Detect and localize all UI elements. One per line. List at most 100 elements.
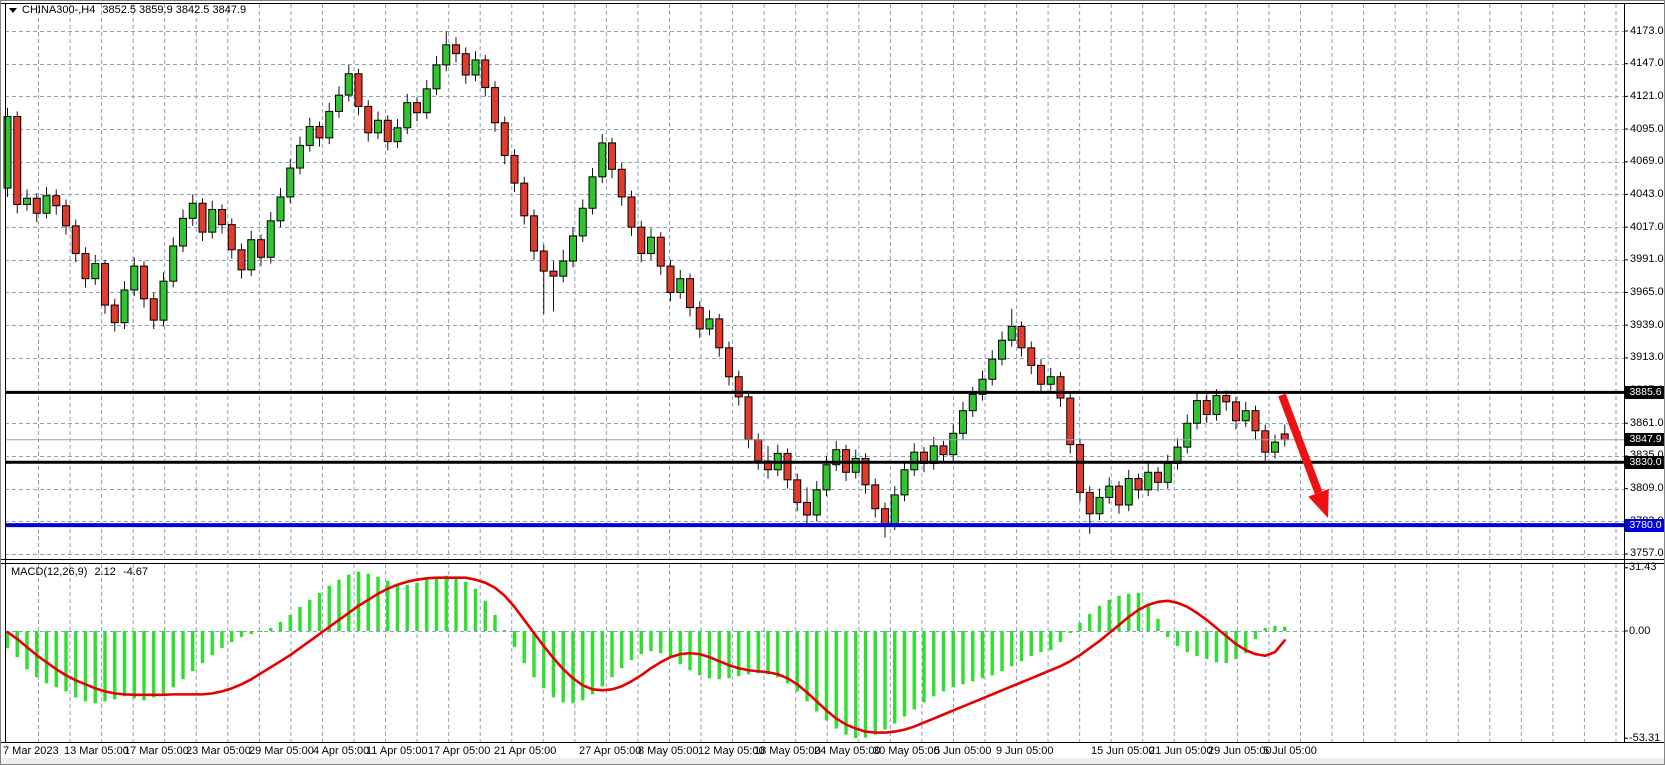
macd-indicator-label: MACD(12,26,9) 2.12 -4.67 (11, 566, 152, 579)
candle-body (939, 445, 948, 456)
price-axis-tick-label: 3757.0 (1630, 547, 1664, 560)
time-axis-label: 11 Apr 05:00 (366, 745, 428, 757)
candle-body (676, 278, 685, 293)
candle-body (276, 196, 285, 222)
candle-body (140, 265, 148, 300)
candle-body (949, 432, 958, 456)
candle-body (286, 167, 295, 198)
candle-body (725, 347, 733, 378)
price-chart-canvas[interactable] (1, 1, 1665, 765)
candle-body (783, 452, 792, 481)
price-axis-tick-label: 4095.0 (1630, 122, 1664, 135)
price-level-badge: 3830.0 (1625, 455, 1664, 469)
candle-body (1154, 471, 1162, 483)
candle-body (1085, 491, 1094, 515)
candle-body (1124, 478, 1133, 506)
candle-body (666, 265, 675, 293)
candle-body (530, 215, 538, 252)
candle-body (481, 59, 490, 89)
candle-body (120, 289, 129, 324)
candle-body (393, 127, 402, 143)
candle-body (1261, 430, 1270, 453)
down-arrow-head[interactable] (1308, 488, 1329, 518)
candle-body (754, 439, 763, 462)
macd-axis-tick-label: 31.43 (1629, 561, 1657, 574)
time-axis-label: 4 Apr 05:00 (313, 745, 370, 757)
macd-name: MACD(12,26,9) (11, 566, 88, 578)
candle-body (179, 217, 187, 247)
candle-body (1271, 441, 1279, 453)
symbol-dropdown-icon[interactable] (9, 8, 17, 13)
candle-body (432, 64, 441, 90)
candle-body (1280, 433, 1289, 441)
candle-body (1232, 401, 1240, 422)
time-axis-label: 17 Mar 05:00 (124, 745, 189, 757)
candle-body (198, 202, 207, 233)
candle-body (900, 469, 909, 496)
candle-body (257, 239, 265, 258)
candle-body (539, 250, 548, 272)
candle-body (988, 358, 997, 380)
candle-body (881, 508, 889, 525)
price-axis-tick-label: 3965.0 (1630, 285, 1664, 298)
candle-body (744, 396, 753, 441)
price-axis-tick-label: 3913.0 (1630, 351, 1664, 364)
candle-body (1222, 395, 1231, 403)
candle-body (325, 110, 334, 139)
symbol-ohlc-values: 3852.5 3859.9 3842.5 3847.9 (102, 4, 247, 16)
time-axis-label: 17 Apr 05:00 (428, 745, 491, 757)
price-level-badge: 3847.9 (1625, 433, 1664, 447)
candle-body (793, 479, 802, 503)
candle-body (218, 209, 226, 226)
candle-body (130, 265, 139, 291)
candle-body (627, 196, 636, 228)
candle-body (1076, 444, 1084, 493)
macd-axis-tick-label: -53.31 (1629, 731, 1661, 744)
candle-body (159, 280, 168, 321)
candle-body (442, 44, 451, 66)
candle-body (705, 318, 714, 330)
candle-body (637, 226, 646, 255)
candle-body (208, 209, 217, 233)
time-axis-label: 18 May 05:00 (754, 745, 821, 757)
candle-body (1115, 485, 1123, 506)
macd-signal-line (6, 576, 1287, 734)
candle-body (110, 304, 119, 324)
candle-body (1193, 400, 1201, 424)
price-axis-tick-label: 3809.0 (1630, 482, 1664, 495)
candle-body (968, 393, 977, 412)
price-axis-tick-label: 3861.0 (1630, 416, 1664, 429)
candle-body (588, 176, 597, 209)
candle-body (500, 122, 509, 156)
down-arrow-shaft[interactable] (1278, 393, 1323, 495)
candle-body (403, 102, 412, 129)
candle-body (296, 144, 304, 169)
candle-body (237, 249, 246, 271)
candle-body (315, 126, 324, 139)
candle-body (1202, 400, 1211, 415)
price-axis-tick-label: 4173.0 (1630, 24, 1664, 37)
grid-layer (5, 4, 1624, 742)
price-level-badge: 3780.0 (1625, 518, 1664, 532)
window-bottom-edge (1, 758, 1664, 764)
candle-body (1251, 410, 1260, 432)
candle-body (52, 195, 61, 207)
candle-body (1241, 410, 1250, 422)
candle-body (227, 224, 236, 251)
candle-body (1134, 478, 1143, 491)
price-axis-tick-label: 3939.0 (1630, 318, 1664, 331)
candle-body (1095, 496, 1104, 515)
candle-body (1037, 364, 1045, 385)
candle-body (305, 126, 314, 146)
candle-body (149, 298, 158, 321)
candle-body (452, 44, 460, 55)
price-axis-tick-label: 3991.0 (1630, 253, 1664, 266)
candle-body (62, 205, 70, 227)
candle-body (247, 239, 256, 271)
candle-body (598, 142, 607, 178)
price-axis-tick-label: 4017.0 (1630, 220, 1664, 233)
time-axis-label: 7 Mar 2023 (3, 745, 59, 757)
candle-body (569, 235, 577, 262)
time-axis-label: 15 Jun 05:00 (1091, 745, 1155, 757)
time-axis-label: 27 Apr 05:00 (579, 745, 642, 757)
